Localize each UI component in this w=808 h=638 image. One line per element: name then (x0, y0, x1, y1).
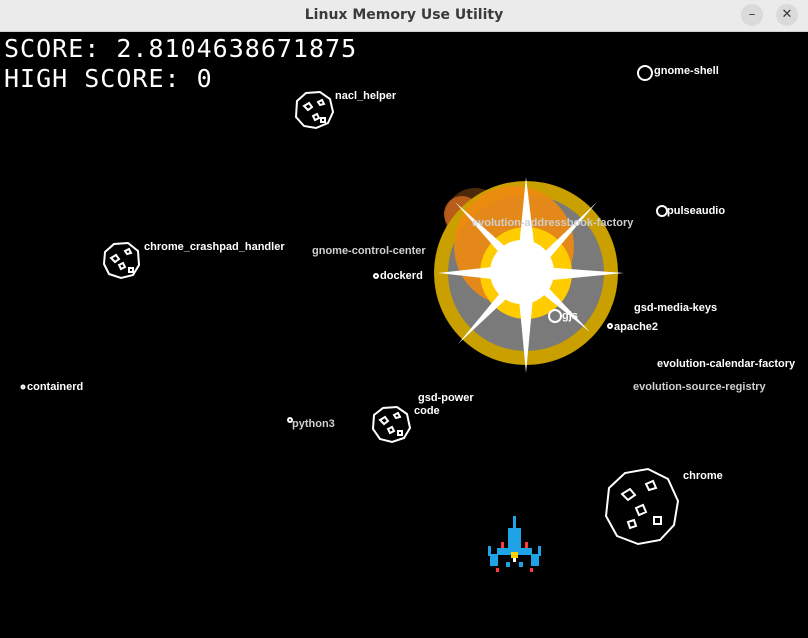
label-code: code (414, 405, 440, 417)
label-gsd-media-keys: gsd-media-keys (634, 302, 718, 314)
label-evolution-calendar-factory: evolution-calendar-factory (657, 358, 796, 370)
label-evolution-source-registry: evolution-source-registry (633, 381, 766, 393)
label-containerd: containerd (27, 381, 84, 393)
label-pulseaudio: pulseaudio (667, 205, 726, 217)
asteroid-pulseaudio (656, 205, 668, 217)
label-gjs: gjs (562, 310, 578, 322)
label-chrome-crashpad-handler: chrome_crashpad_handler (144, 241, 285, 253)
label-chrome: chrome (683, 470, 723, 482)
high-score-display: HIGH SCORE: 0 (4, 64, 213, 93)
label-gnome-control-center: gnome-control-center (312, 245, 426, 257)
label-python3: python3 (292, 418, 335, 430)
label-nacl-helper: nacl_helper (335, 90, 397, 102)
label-dockerd: dockerd (380, 270, 423, 282)
asteroid-code (371, 405, 412, 444)
close-button[interactable]: ✕ (776, 4, 798, 26)
close-icon: ✕ (781, 7, 793, 22)
asteroid-chrome (604, 467, 680, 546)
game-canvas[interactable]: SCORE: 2.8104638671875 HIGH SCORE: 0 nac… (0, 32, 808, 638)
asteroid-nacl-helper (294, 90, 335, 130)
label-apache2: apache2 (614, 321, 659, 333)
minimize-icon: – (748, 7, 756, 22)
asteroid-apache2 (607, 323, 613, 329)
asteroid-chrome-crashpad-handler (102, 241, 141, 280)
game-scene (20, 65, 680, 572)
title-bar[interactable]: Linux Memory Use Utility – ✕ (0, 0, 808, 32)
explosion (434, 177, 624, 373)
label-evolution-addressbook-factory: evolution-addressbook-factory (472, 217, 634, 229)
window-title: Linux Memory Use Utility (304, 7, 504, 23)
asteroid-containerd (20, 384, 26, 390)
minimize-button[interactable]: – (741, 4, 763, 26)
label-gnome-shell: gnome-shell (654, 65, 719, 77)
label-gsd-power: gsd-power (418, 392, 474, 404)
app-window: Linux Memory Use Utility – ✕ SCORE: 2.81… (0, 0, 808, 638)
asteroid-gnome-shell (637, 65, 653, 81)
asteroid-dockerd (373, 273, 379, 279)
score-display: SCORE: 2.8104638671875 (4, 34, 358, 63)
player-ship (488, 516, 541, 572)
